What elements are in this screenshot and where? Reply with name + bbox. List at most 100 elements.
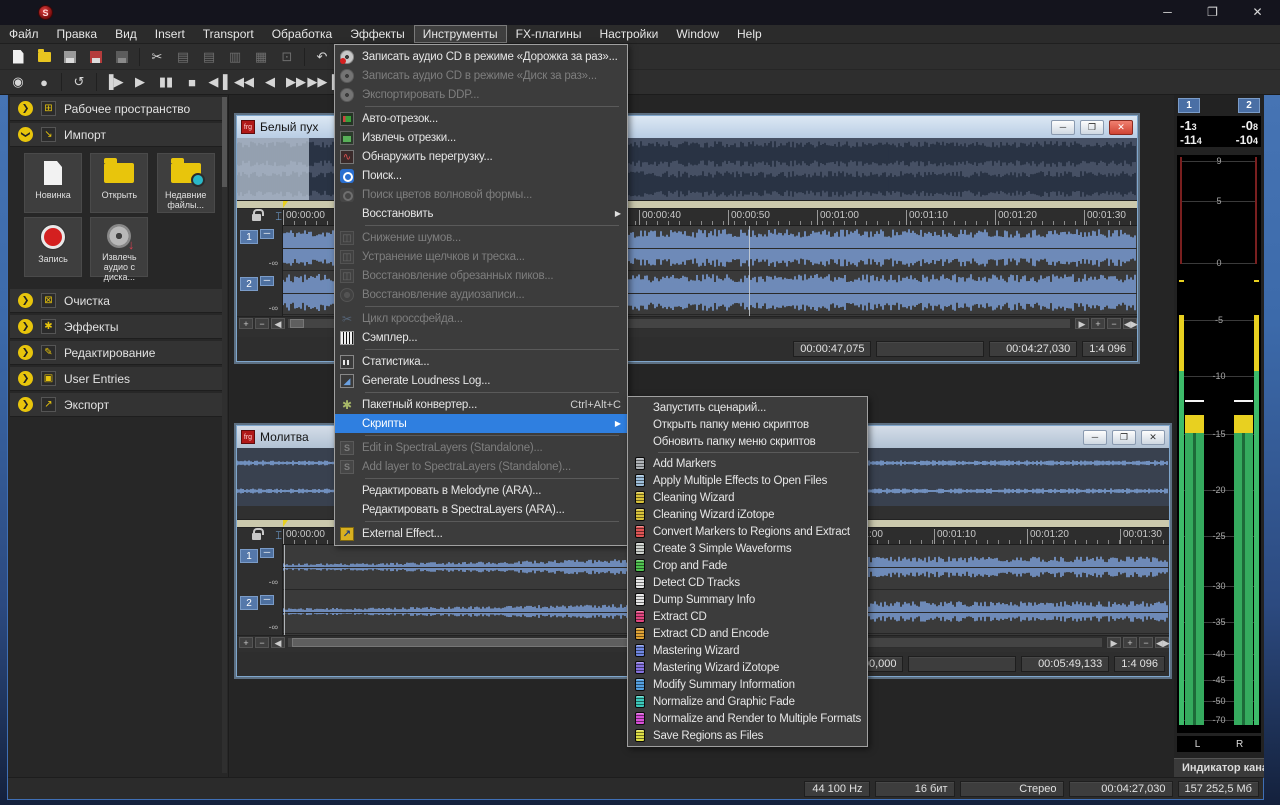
menu-item-обнаружить-перегрузку-[interactable]: Обнаружить перегрузку...	[335, 147, 627, 166]
sidebar-section-effects[interactable]: ❯ ✱ Эффекты	[10, 315, 222, 339]
copy-icon[interactable]: ▤	[171, 46, 195, 68]
menu-item-modify-summary-information[interactable]: Modify Summary Information	[628, 676, 867, 693]
menubar-item[interactable]: Window	[667, 25, 728, 43]
scroll-left-button[interactable]: ◀	[271, 318, 285, 329]
trim-crop-icon[interactable]: ⊡	[275, 46, 299, 68]
sidebar-section-editing[interactable]: ❯ ✎ Редактирование	[10, 341, 222, 365]
play-view-button[interactable]: ▶	[1107, 637, 1121, 648]
paste-mix-icon[interactable]: ▦	[249, 46, 273, 68]
edit-tool-icon[interactable]: ⌶	[275, 530, 282, 543]
doc-status-cell[interactable]: 00:05:49,133	[1021, 656, 1109, 672]
menu-item-extract-cd[interactable]: Extract CD	[628, 608, 867, 625]
sidebar-section-cleanup[interactable]: ❯ ⊠ Очистка	[10, 289, 222, 313]
doc-status-cell[interactable]: 00:00:47,075	[793, 341, 871, 357]
step-back-icon[interactable]: ◀	[258, 71, 282, 93]
sidebar-scrollbar[interactable]	[222, 97, 227, 773]
channel-gain-label[interactable]: -∞	[240, 577, 282, 587]
channel-1-button[interactable]: 1	[240, 230, 258, 244]
meter-panel-title[interactable]: Индикатор каналов	[1174, 758, 1264, 778]
record-remote-icon[interactable]: ◉	[6, 71, 30, 93]
meter-channel-2-button[interactable]: 2	[1238, 98, 1260, 113]
zoom-selection-button[interactable]: ◀▶	[1123, 318, 1137, 329]
channel-1-button[interactable]: 1	[240, 549, 258, 563]
tile-new-file[interactable]: Новинка	[24, 153, 82, 213]
expand-arrow-icon[interactable]: ❯	[18, 371, 33, 386]
tile-open[interactable]: Открыть	[90, 153, 148, 213]
menu-item-extract-cd-and-encode[interactable]: Extract CD and Encode	[628, 625, 867, 642]
menu-item-обновить-папку-меню-скриптов[interactable]: Обновить папку меню скриптов	[628, 433, 867, 450]
zoom-in-button[interactable]: +	[239, 318, 253, 329]
meter-channel-1-button[interactable]: 1	[1178, 98, 1200, 113]
menu-item-save-regions-as-files[interactable]: Save Regions as Files	[628, 727, 867, 744]
channel-2-button[interactable]: 2	[240, 277, 258, 291]
undo-icon[interactable]: ↶	[310, 46, 334, 68]
zoom-out-button[interactable]: −	[255, 637, 269, 648]
save-all-icon[interactable]	[110, 46, 134, 68]
menubar-item[interactable]: Инструменты	[414, 25, 507, 43]
tile-extract-audio-cd[interactable]: Извлечь аудио с диска...	[90, 217, 148, 277]
menubar-item[interactable]: Настройки	[590, 25, 667, 43]
menu-item-редактировать-в-spectralayers-ara-[interactable]: Редактировать в SpectraLayers (ARA)...	[335, 500, 627, 519]
menu-item-crop-and-fade[interactable]: Crop and Fade	[628, 557, 867, 574]
menu-item-apply-multiple-effects-to-open-files[interactable]: Apply Multiple Effects to Open Files	[628, 472, 867, 489]
channel-minimize-button[interactable]: ─	[260, 276, 274, 286]
menu-item-external-effect-[interactable]: External Effect...	[335, 524, 627, 543]
menubar-item[interactable]: Файл	[0, 25, 48, 43]
zoom-out-time-button[interactable]: −	[1107, 318, 1121, 329]
menu-item-редактировать-в-melodyne-ara-[interactable]: Редактировать в Melodyne (ARA)...	[335, 481, 627, 500]
doc-maximize-button[interactable]: ❐	[1080, 120, 1104, 135]
maximize-button[interactable]: ❐	[1190, 0, 1235, 25]
menu-item-запустить-сценарий-[interactable]: Запустить сценарий...	[628, 399, 867, 416]
loop-playback-icon[interactable]: ↺	[67, 71, 91, 93]
scrollbar-thumb[interactable]	[290, 319, 304, 328]
rewind-icon[interactable]: ◀◀	[232, 71, 256, 93]
overview-visible-region[interactable]	[237, 138, 309, 200]
channel-gain-label[interactable]: -∞	[240, 258, 282, 268]
menu-item-скрипты[interactable]: Скрипты▶	[335, 414, 627, 433]
channel-minimize-button[interactable]: ─	[260, 595, 274, 605]
channel-2-button[interactable]: 2	[240, 596, 258, 610]
collapse-arrow-icon[interactable]: ❯	[18, 127, 33, 142]
menubar-item[interactable]: Transport	[194, 25, 263, 43]
doc-maximize-button[interactable]: ❐	[1112, 430, 1136, 445]
zoom-out-time-button[interactable]: −	[1139, 637, 1153, 648]
doc-status-cell[interactable]	[876, 341, 984, 357]
menu-item-открыть-папку-меню-скриптов[interactable]: Открыть папку меню скриптов	[628, 416, 867, 433]
open-file-icon[interactable]	[32, 46, 56, 68]
zoom-out-button[interactable]: −	[255, 318, 269, 329]
zoom-in-time-button[interactable]: +	[1123, 637, 1137, 648]
zoom-in-time-button[interactable]: +	[1091, 318, 1105, 329]
expand-arrow-icon[interactable]: ❯	[18, 319, 33, 334]
menu-item-извлечь-отрезки-[interactable]: Извлечь отрезки...	[335, 128, 627, 147]
menubar-item[interactable]: FX-плагины	[507, 25, 591, 43]
menu-item-generate-loudness-log-[interactable]: Generate Loudness Log...	[335, 371, 627, 390]
zoom-in-button[interactable]: +	[239, 637, 253, 648]
menubar-item[interactable]: Обработка	[263, 25, 342, 43]
doc-minimize-button[interactable]: ─	[1083, 430, 1107, 445]
doc-minimize-button[interactable]: ─	[1051, 120, 1075, 135]
channel-minimize-button[interactable]: ─	[260, 548, 274, 558]
doc-status-cell[interactable]	[908, 656, 1016, 672]
sidebar-section-export[interactable]: ❯ ↗ Экспорт	[10, 393, 222, 417]
scroll-left-button[interactable]: ◀	[271, 637, 285, 648]
tile-record[interactable]: Запись	[24, 217, 82, 277]
pause-icon[interactable]: ▮▮	[154, 71, 178, 93]
record-icon[interactable]: ●	[32, 71, 56, 93]
lock-icon[interactable]	[252, 214, 261, 221]
channel-gain-label[interactable]: -∞	[240, 303, 282, 313]
sidebar-section-workspace[interactable]: ❯ ⊞ Рабочее пространство	[10, 97, 222, 121]
menu-item-cleaning-wizard-izotope[interactable]: Cleaning Wizard iZotope	[628, 506, 867, 523]
save-as-icon[interactable]	[84, 46, 108, 68]
stop-icon[interactable]: ■	[180, 71, 204, 93]
menu-item-восстановить[interactable]: Восстановить▶	[335, 204, 627, 223]
cut-icon[interactable]: ✂	[145, 46, 169, 68]
paste-icon[interactable]: ▤	[197, 46, 221, 68]
menu-item-detect-cd-tracks[interactable]: Detect CD Tracks	[628, 574, 867, 591]
zoom-selection-button[interactable]: ◀▶	[1155, 637, 1169, 648]
menubar-item[interactable]: Help	[728, 25, 771, 43]
menubar-item[interactable]: Insert	[146, 25, 194, 43]
expand-arrow-icon[interactable]: ❯	[18, 397, 33, 412]
menubar-item[interactable]: Вид	[106, 25, 146, 43]
menu-item-dump-summary-info[interactable]: Dump Summary Info	[628, 591, 867, 608]
go-to-end-icon[interactable]: ▶▶▐	[310, 71, 334, 93]
